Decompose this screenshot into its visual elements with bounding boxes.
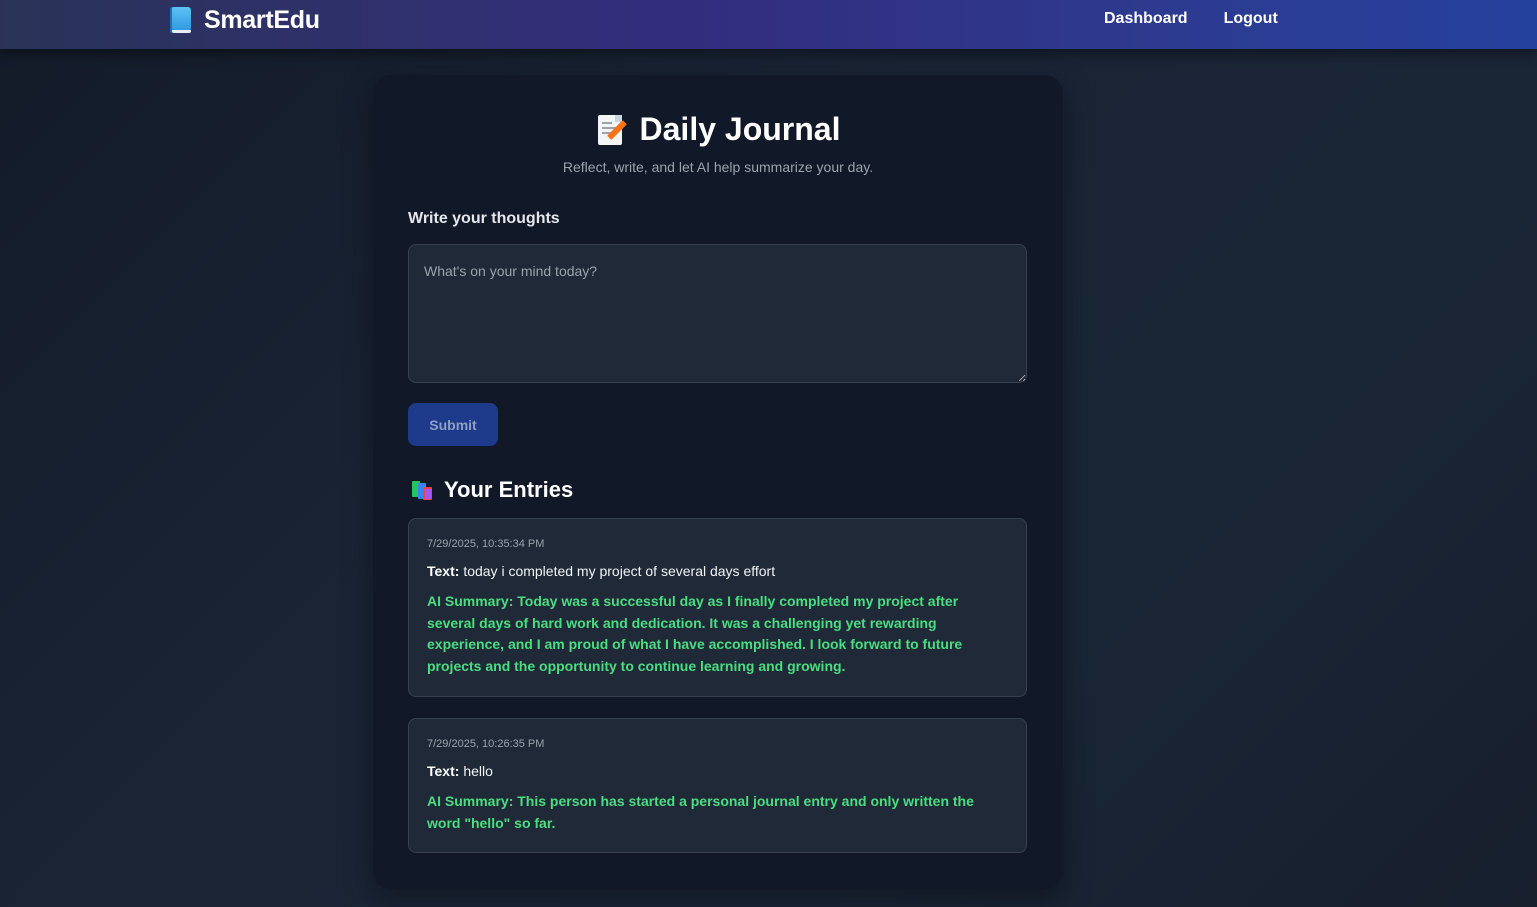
memo-icon [596,113,627,146]
title-row: Daily Journal [596,111,841,148]
journal-header: Daily Journal Reflect, write, and let AI… [373,111,1063,175]
journal-entry: 7/29/2025, 10:35:34 PM Text: today i com… [408,518,1027,697]
page-title: Daily Journal [639,111,841,147]
entry-text-label: Text: [427,763,460,779]
entry-text: Text: today i completed my project of se… [427,561,1008,581]
ai-summary-label: AI Summary: [427,593,514,609]
nav-link-dashboard[interactable]: Dashboard [1104,10,1188,28]
entry-text-value: hello [463,763,493,779]
brand[interactable]: SmartEdu [170,6,320,34]
entry-text-label: Text: [427,563,460,579]
submit-button[interactable]: Submit [408,403,498,446]
page-subtitle: Reflect, write, and let AI help summariz… [562,159,874,175]
entry-timestamp: 7/29/2025, 10:35:34 PM [427,538,545,550]
entry-ai-summary: AI Summary: Today was a successful day a… [427,591,1008,677]
entry-ai-summary: AI Summary: This person has started a pe… [427,791,1008,834]
blue-book-icon [170,7,192,33]
entry-timestamp: 7/29/2025, 10:26:35 PM [427,738,545,750]
entry-text: Text: hello [427,761,1008,781]
journal-textarea[interactable] [408,244,1027,383]
nav-links: Dashboard Logout [1104,10,1278,28]
thoughts-label: Write your thoughts [408,210,560,227]
entry-text-value: today i completed my project of several … [463,563,776,579]
ai-summary-label: AI Summary: [427,793,514,809]
books-icon [411,479,434,501]
nav-link-logout[interactable]: Logout [1224,10,1278,28]
journal-entry: 7/29/2025, 10:26:35 PM Text: hello AI Su… [408,718,1027,853]
brand-name: SmartEdu [204,5,320,34]
entries-title: Your Entries [444,477,574,502]
journal-card: Daily Journal Reflect, write, and let AI… [373,75,1063,889]
navbar: SmartEdu Dashboard Logout [0,0,1537,49]
entries-heading: Your Entries [411,477,573,503]
